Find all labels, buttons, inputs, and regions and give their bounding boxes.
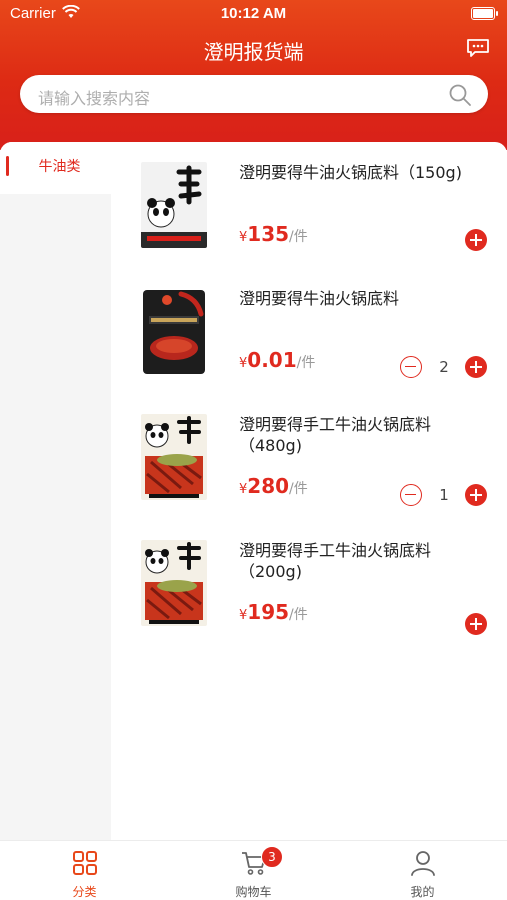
product-name: 澄明要得手工牛油火锅底料（480g) [239, 415, 432, 455]
product-price: ¥195/件 [239, 600, 308, 624]
decrease-quantity-button[interactable] [400, 484, 422, 506]
product-item[interactable]: 澄明要得牛油火锅底料（150g) ¥135/件 [111, 142, 507, 267]
tab-category[interactable]: 分类 [0, 841, 169, 900]
status-time: 10:12 AM [220, 5, 287, 22]
price-unit: /件 [296, 355, 316, 371]
price-unit: /件 [289, 229, 308, 245]
tab-cart[interactable]: 3 购物车 [169, 841, 338, 900]
tab-label: 分类 [72, 885, 97, 899]
product-image [141, 540, 207, 626]
search-placeholder: 请输入搜索内容 [38, 89, 151, 108]
price-unit: /件 [289, 481, 308, 497]
content-panel: 牛油类 澄明要得牛油火锅底料（150g) ¥135/件 澄明要得牛油火锅底料 ¥… [0, 142, 507, 840]
add-button[interactable] [465, 484, 487, 506]
price-value: 195 [247, 600, 290, 624]
search-icon[interactable] [448, 83, 472, 107]
price-value: 0.01 [247, 348, 297, 372]
tab-label: 我的 [410, 885, 435, 899]
product-price: ¥135/件 [239, 222, 308, 246]
category-sidebar: 牛油类 [0, 142, 111, 840]
add-button[interactable] [465, 613, 487, 635]
search-input[interactable]: 请输入搜索内容 [20, 75, 488, 113]
message-icon[interactable] [466, 38, 490, 58]
page-title: 澄明报货端 [203, 40, 304, 64]
add-button[interactable] [465, 356, 487, 378]
cart-count-badge: 3 [261, 846, 283, 868]
price-value: 135 [247, 222, 290, 246]
decrease-quantity-button[interactable] [400, 356, 422, 378]
tab-bar: 分类 3 购物车 我的 [0, 840, 507, 900]
quantity-value: 2 [439, 358, 449, 376]
product-image [143, 290, 205, 374]
sidebar-item-tallow[interactable]: 牛油类 [0, 142, 111, 194]
add-button[interactable] [465, 229, 487, 251]
price-unit: /件 [289, 607, 308, 623]
product-name: 澄明要得牛油火锅底料 [239, 289, 400, 308]
screen: Carrier 10:12 AM 澄明报货端 请输入搜索内容 牛油类 澄明要得牛… [0, 0, 507, 900]
product-item[interactable]: 澄明要得手工牛油火锅底料（200g) ¥195/件 [111, 520, 507, 645]
tab-label: 购物车 [235, 885, 272, 899]
product-price: ¥0.01/件 [239, 348, 315, 372]
sidebar-item-label: 牛油类 [38, 159, 81, 175]
status-bar: Carrier 10:12 AM [0, 0, 507, 28]
grid-icon [73, 851, 97, 875]
product-image [141, 414, 207, 500]
quantity-value: 1 [439, 486, 449, 504]
product-image [141, 162, 207, 248]
product-item[interactable]: 澄明要得牛油火锅底料 ¥0.01/件 2 [111, 268, 507, 393]
price-value: 280 [247, 474, 290, 498]
app-header: Carrier 10:12 AM 澄明报货端 请输入搜索内容 [0, 0, 507, 150]
product-name: 澄明要得牛油火锅底料（150g) [239, 163, 462, 182]
battery-icon [471, 7, 498, 20]
product-item[interactable]: 澄明要得手工牛油火锅底料（480g) ¥280/件 1 [111, 394, 507, 519]
tab-profile[interactable]: 我的 [338, 841, 507, 900]
product-price: ¥280/件 [239, 474, 308, 498]
user-icon [411, 851, 435, 876]
product-name: 澄明要得手工牛油火锅底料（200g) [239, 541, 432, 581]
